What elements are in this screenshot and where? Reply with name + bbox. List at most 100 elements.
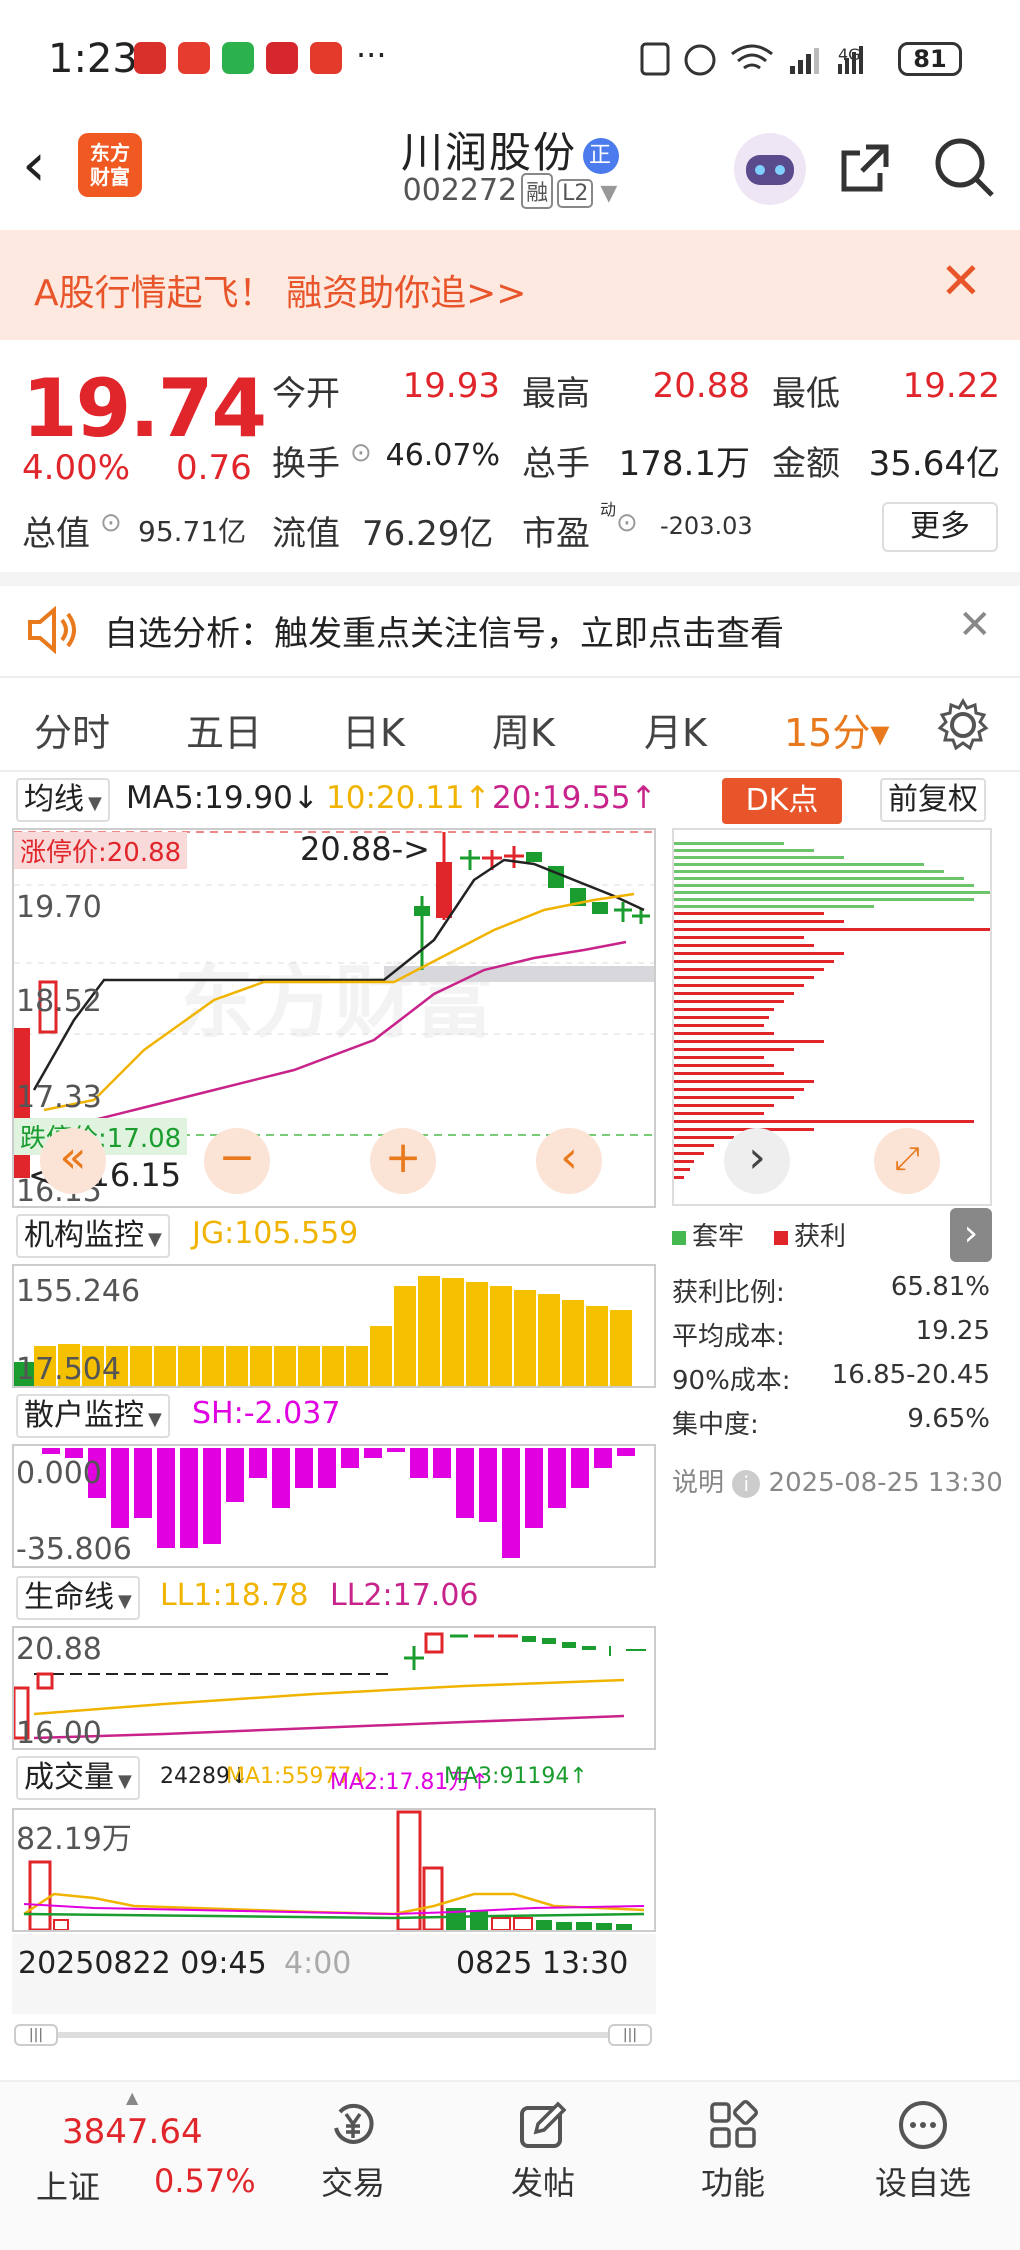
alert-text[interactable]: 自选分析：触发重点关注信号，立即点击查看 <box>104 606 784 655</box>
share-icon[interactable] <box>836 137 896 197</box>
analysis-alert[interactable]: 自选分析：触发重点关注信号，立即点击查看 ✕ <box>0 586 1020 676</box>
ll-select-label: 生命线 <box>24 1580 114 1615</box>
chip-bar <box>674 1160 694 1163</box>
sh-bar <box>318 1448 336 1488</box>
info-icon[interactable]: ⊙ <box>616 508 638 538</box>
chip-bar <box>674 863 924 866</box>
robot-assistant-icon[interactable] <box>730 129 810 209</box>
scroll-left-fast-icon[interactable]: « <box>40 1128 106 1194</box>
more-button[interactable]: 更多 <box>882 502 998 552</box>
sh-chart[interactable]: 0.000 -35.806 <box>12 1444 656 1568</box>
info-icon[interactable]: i <box>732 1470 761 1498</box>
ll-chart[interactable]: 20.88 16.00 <box>12 1626 656 1751</box>
sh-bar <box>295 1448 313 1488</box>
index-name[interactable]: 上证 <box>36 2162 100 2208</box>
change-amount: 0.76 <box>176 448 252 488</box>
jg-bar <box>418 1276 440 1386</box>
chip-bar <box>674 1000 784 1003</box>
chip-stat-value: 16.85-20.45 <box>831 1360 990 1390</box>
adjust-select[interactable]: 前复权 <box>880 778 986 822</box>
jg-bar <box>178 1346 200 1386</box>
sh-bar <box>134 1448 152 1518</box>
nav-post[interactable]: 发帖 <box>478 2088 608 2204</box>
bottom-nav: ▲ 3847.64 上证 0.57% 交易 发帖 功能 设自选 <box>0 2080 1020 2250</box>
kline-chart[interactable]: 东方财富 涨停价:20.88 跌停价:17.08 19.70 18.52 17.… <box>12 828 656 1209</box>
jg-bar <box>466 1282 488 1386</box>
more-notifications-icon: ··· <box>356 36 387 74</box>
chip-bar <box>674 1056 764 1059</box>
nav-add-watchlist[interactable]: 设自选 <box>858 2088 988 2204</box>
nav-trade[interactable]: 交易 <box>288 2088 418 2204</box>
jg-bar <box>346 1346 368 1386</box>
gear-icon[interactable] <box>936 698 990 752</box>
close-icon[interactable]: ✕ <box>958 602 992 648</box>
ll-svg <box>12 1632 646 1740</box>
tab-daily-k[interactable]: 日K <box>342 702 405 757</box>
slider-handle-right[interactable]: ||| <box>608 2024 652 2046</box>
chevron-up-icon[interactable]: ▲ <box>126 2088 138 2107</box>
info-icon[interactable]: ⊙ <box>350 438 372 468</box>
tab-15min[interactable]: 15分▾ <box>784 702 889 757</box>
tab-five-day[interactable]: 五日 <box>186 702 262 757</box>
chip-distribution-chart[interactable]: › ⤢ <box>672 828 992 1206</box>
sh-value: SH:-2.037 <box>192 1396 341 1431</box>
sh-select[interactable]: 散户监控 ▼ <box>16 1394 170 1438</box>
nfc-icon <box>640 42 670 76</box>
nav-label: 交易 <box>320 2164 385 2202</box>
jg-chart[interactable]: 155.246 17.504 <box>12 1264 656 1388</box>
y-axis-label: 20.88 <box>16 1632 102 1667</box>
edit-icon <box>520 2101 567 2148</box>
chip-stat-label: 平均成本: <box>672 1322 785 1352</box>
zoom-out-icon[interactable]: − <box>204 1128 270 1194</box>
time-label: 0825 13:30 <box>456 1946 629 1981</box>
scroll-left-icon[interactable]: ‹ <box>536 1128 602 1194</box>
jg-bar <box>322 1346 344 1386</box>
margin-tag: 融 <box>521 173 554 209</box>
tab-monthly-k[interactable]: 月K <box>644 702 707 757</box>
chip-bar <box>674 870 944 873</box>
zoom-in-icon[interactable]: + <box>370 1128 436 1194</box>
chip-date: 2025-08-25 13:30 <box>768 1468 1003 1498</box>
chip-note[interactable]: 说明 i 2025-08-25 13:30 <box>672 1462 1003 1499</box>
chip-bar <box>674 984 804 987</box>
max-price-note: 20.88-> <box>300 830 430 868</box>
tab-weekly-k[interactable]: 周K <box>492 702 555 757</box>
info-icon[interactable]: ⊙ <box>100 508 122 538</box>
volume-select[interactable]: 成交量 ▼ <box>16 1756 140 1800</box>
tab-intraday[interactable]: 分时 <box>34 702 110 757</box>
high-label: 最高 <box>522 374 590 414</box>
nav-functions[interactable]: 功能 <box>668 2088 798 2204</box>
high-value: 20.88 <box>652 366 750 406</box>
collapse-panel-button[interactable]: › <box>950 1208 992 1262</box>
chip-bar <box>674 1152 704 1155</box>
close-icon[interactable]: ✕ <box>940 252 982 310</box>
sh-bar <box>272 1448 290 1508</box>
expand-icon[interactable]: ⤢ <box>874 1128 940 1194</box>
chip-bar <box>674 976 814 979</box>
chip-bar <box>674 849 814 852</box>
sh-bar <box>548 1448 566 1508</box>
jg-select[interactable]: 机构监控 ▼ <box>16 1214 170 1258</box>
ma-select[interactable]: 均线 ▼ <box>16 778 110 822</box>
slider-handle-left[interactable]: ||| <box>14 2024 58 2046</box>
status-icons: 4G <box>640 42 863 76</box>
search-icon[interactable] <box>932 135 996 199</box>
promo-banner[interactable]: A股行情起飞！ 融资助你追>> ✕ <box>0 230 1020 340</box>
chevron-down-icon[interactable]: ▼ <box>593 181 617 206</box>
range-slider[interactable]: ||| ||| <box>12 2024 656 2046</box>
ll-select[interactable]: 生命线 ▼ <box>16 1576 140 1620</box>
chevron-right-icon[interactable]: › <box>724 1128 790 1194</box>
dk-point-button[interactable]: DK点 <box>722 778 842 824</box>
pe-label: 市盈 <box>522 514 590 554</box>
index-change[interactable]: 0.57% <box>154 2162 256 2200</box>
y-axis-label: 19.70 <box>16 890 102 925</box>
index-value[interactable]: 3847.64 <box>62 2112 203 2152</box>
open-value: 19.93 <box>402 366 500 406</box>
y-axis-label: 82.19万 <box>16 1822 132 1857</box>
note-label: 说明 <box>672 1468 725 1498</box>
pe-dynamic-mark: 动 <box>600 500 617 519</box>
stock-app-icon <box>178 42 210 74</box>
volume-chart[interactable]: 82.19万 <box>12 1808 656 1932</box>
promo-text[interactable]: A股行情起飞！ 融资助你追>> <box>34 264 526 316</box>
chip-bar <box>674 1088 804 1091</box>
